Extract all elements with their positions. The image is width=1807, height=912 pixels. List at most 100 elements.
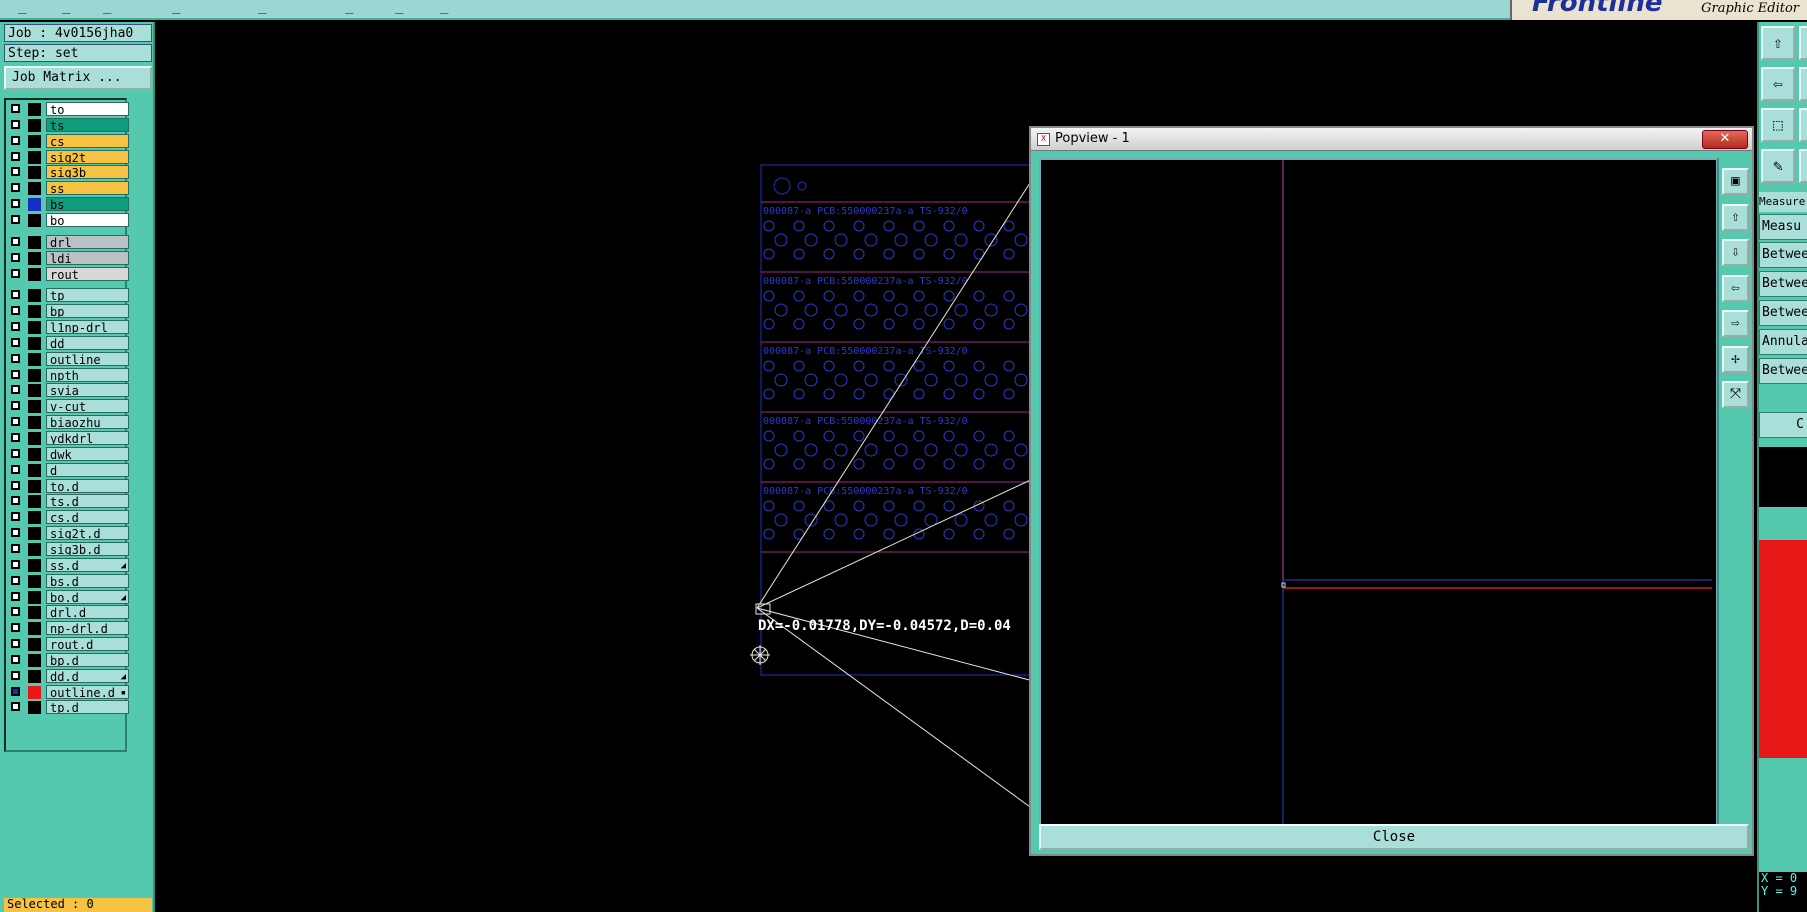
layer-row[interactable]: cs.d	[8, 510, 129, 525]
layer-checkbox[interactable]	[11, 559, 20, 569]
layer-name[interactable]: svia	[46, 383, 129, 398]
layer-checkbox[interactable]	[11, 686, 20, 696]
layer-name[interactable]: cs.d	[46, 510, 129, 525]
tool-button[interactable]: ⬚	[1761, 108, 1795, 142]
layer-checkbox[interactable]	[11, 401, 20, 411]
layer-name[interactable]: bo.d ◢	[46, 589, 129, 604]
menu-item[interactable]: _	[103, 0, 111, 14]
layer-checkbox[interactable]	[11, 236, 20, 246]
layer-name[interactable]: sig3b	[46, 165, 129, 180]
layer-color-swatch[interactable]	[28, 638, 41, 652]
layer-row[interactable]: ldi	[8, 250, 129, 266]
layer-color-swatch[interactable]	[28, 321, 41, 335]
layer-color-swatch[interactable]	[28, 134, 41, 148]
layer-checkbox[interactable]	[11, 183, 20, 193]
layer-color-swatch[interactable]	[28, 352, 41, 366]
layer-checkbox[interactable]	[11, 214, 20, 224]
layer-row[interactable]: dd.d ◢	[8, 668, 129, 684]
layer-checkbox[interactable]	[11, 119, 20, 129]
layer-row[interactable]: sig3b	[8, 165, 129, 180]
menu-item[interactable]: _	[395, 0, 403, 14]
layer-checkbox[interactable]	[11, 639, 20, 649]
layer-name[interactable]: rout.d	[46, 637, 129, 652]
layer-checkbox[interactable]	[11, 543, 20, 553]
popview-tool-button[interactable]: ⇦	[1722, 274, 1749, 302]
layer-row[interactable]: npth	[8, 367, 129, 383]
layer-color-swatch[interactable]	[28, 213, 41, 227]
layer-row[interactable]: drl	[8, 234, 129, 250]
layer-color-swatch[interactable]	[28, 235, 41, 249]
tool-button[interactable]	[1799, 149, 1807, 183]
menu-item[interactable]: _	[258, 0, 266, 14]
layer-name[interactable]: tp	[46, 288, 129, 303]
layer-color-swatch[interactable]	[28, 447, 41, 461]
layer-row[interactable]: rout.d	[8, 637, 129, 652]
layer-color-swatch[interactable]	[28, 669, 41, 683]
layer-name[interactable]: np-drl.d	[46, 621, 129, 636]
layer-checkbox[interactable]	[11, 322, 20, 332]
layer-checkbox[interactable]	[11, 306, 20, 316]
layer-row[interactable]: np-drl.d	[8, 621, 129, 636]
layer-name[interactable]: npth	[46, 367, 129, 382]
layer-checkbox[interactable]	[11, 353, 20, 363]
layer-row[interactable]: outline	[8, 351, 129, 367]
layer-name[interactable]: l1np-drl	[46, 320, 129, 335]
popview-viewport[interactable]	[1039, 158, 1718, 830]
layer-row[interactable]: biaozhu	[8, 415, 129, 430]
layer-checkbox[interactable]	[11, 337, 20, 347]
layer-color-swatch[interactable]	[28, 198, 41, 212]
layer-row[interactable]: sig2t	[8, 149, 129, 165]
layer-color-swatch[interactable]	[28, 653, 41, 667]
layer-row[interactable]: ss.d ◢	[8, 557, 129, 573]
layer-name[interactable]: ss.d ◢	[46, 557, 129, 572]
layer-color-swatch[interactable]	[28, 622, 41, 636]
layer-row[interactable]: dwk	[8, 446, 129, 462]
layer-row[interactable]: ydkdrl	[8, 431, 129, 446]
layer-color-swatch[interactable]	[28, 118, 41, 132]
tool-button[interactable]: ⇦	[1761, 67, 1795, 101]
layer-name[interactable]: dwk	[46, 446, 129, 461]
measure-mode-item[interactable]: Betwee	[1759, 358, 1807, 384]
layer-name[interactable]: dd	[46, 335, 129, 350]
layer-color-swatch[interactable]	[28, 150, 41, 164]
layer-row[interactable]: cs	[8, 133, 129, 149]
layer-name[interactable]: bp.d	[46, 652, 129, 667]
layer-row[interactable]: bo	[8, 212, 129, 228]
menu-item[interactable]: _	[172, 0, 180, 14]
measure-mode-item[interactable]: Betwee	[1759, 300, 1807, 326]
layer-name[interactable]: cs	[46, 133, 129, 148]
layer-checkbox[interactable]	[11, 607, 20, 617]
tool-button[interactable]	[1799, 108, 1807, 142]
layer-color-swatch[interactable]	[28, 251, 41, 265]
measure-mode-item[interactable]: Annula	[1759, 329, 1807, 355]
layer-name[interactable]: drl.d	[46, 605, 129, 620]
layer-row[interactable]: drl.d	[8, 605, 129, 620]
layer-checkbox[interactable]	[11, 369, 20, 379]
measure-mode-item[interactable]: Betwee	[1759, 271, 1807, 297]
layer-row[interactable]: tp	[8, 288, 129, 303]
layer-color-swatch[interactable]	[28, 336, 41, 350]
layer-color-swatch[interactable]	[28, 558, 41, 572]
layer-name[interactable]: ts	[46, 117, 129, 132]
layer-checkbox[interactable]	[11, 290, 20, 300]
layer-checkbox[interactable]	[11, 512, 20, 522]
layer-name[interactable]: outline.d ▪	[46, 684, 129, 699]
measure-mode-item[interactable]: Betwee	[1759, 242, 1807, 268]
layer-color-swatch[interactable]	[28, 511, 41, 525]
layer-checkbox[interactable]	[11, 199, 20, 209]
layer-checkbox[interactable]	[11, 385, 20, 395]
layer-row[interactable]: tp.d	[8, 700, 129, 715]
layer-row[interactable]: ss	[8, 181, 129, 196]
close-button[interactable]: Close	[1039, 824, 1749, 850]
layer-name[interactable]: biaozhu	[46, 415, 129, 430]
layer-color-swatch[interactable]	[28, 182, 41, 196]
layer-name[interactable]: to	[46, 102, 129, 116]
tool-button[interactable]: ✎	[1761, 149, 1795, 183]
layer-color-swatch[interactable]	[28, 103, 41, 116]
layer-color-swatch[interactable]	[28, 701, 41, 715]
popview-tool-button[interactable]: ⇧	[1722, 203, 1749, 231]
layer-color-swatch[interactable]	[28, 463, 41, 477]
layer-name[interactable]: bp	[46, 304, 129, 319]
layer-name[interactable]: ldi	[46, 250, 129, 265]
layer-name[interactable]: sig2t.d	[46, 526, 129, 541]
